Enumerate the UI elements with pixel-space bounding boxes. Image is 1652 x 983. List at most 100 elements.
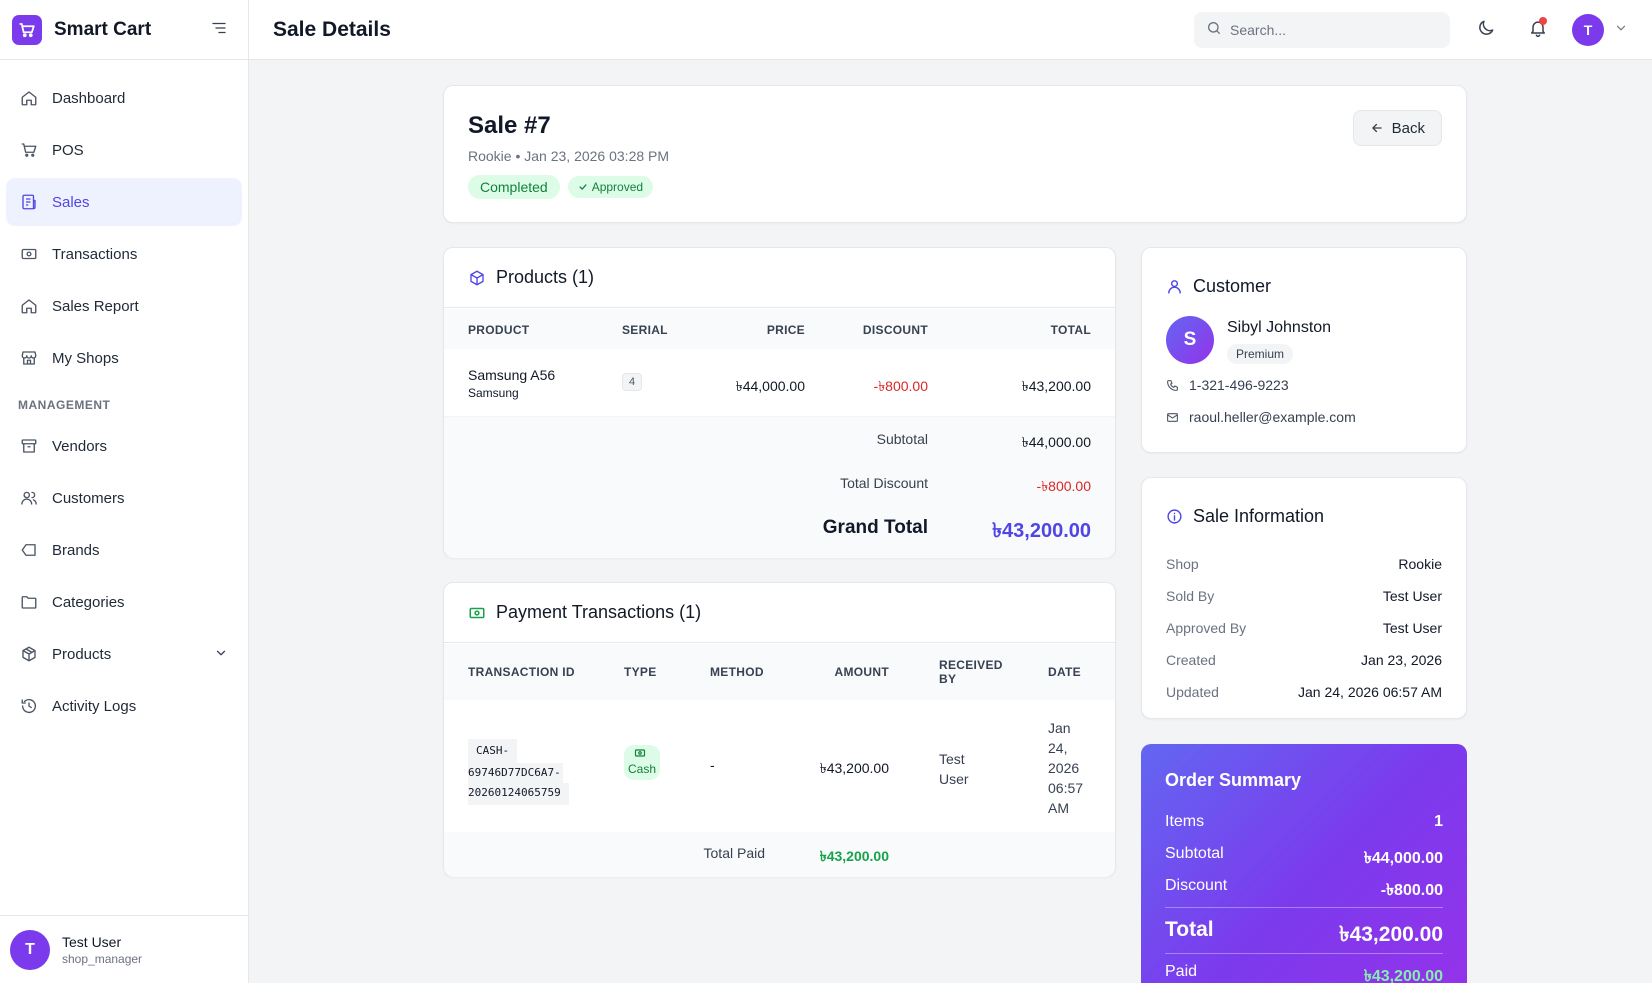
transaction-id-line2: 69746D77DC6A7- — [468, 763, 563, 783]
history-icon — [20, 697, 38, 715]
info-label: Shop — [1166, 556, 1199, 572]
info-icon — [1166, 508, 1183, 525]
sidebar-item-sales-report[interactable]: Sales Report — [6, 282, 242, 330]
product-brand: Samsung — [468, 386, 519, 400]
payment-date: Jan 24, 2026 06:57 AM — [1048, 718, 1083, 818]
sidebar-item-categories[interactable]: Categories — [6, 578, 242, 626]
search-icon — [1206, 20, 1222, 39]
sidebar-item-vendors[interactable]: Vendors — [6, 422, 242, 470]
order-summary-title: Order Summary — [1165, 770, 1302, 790]
product-total: ৳43,200.00 — [1021, 378, 1091, 394]
summary-label: Total — [1165, 918, 1214, 941]
transaction-id-line1: CASH- — [468, 739, 518, 763]
products-totals: Subtotal ৳44,000.00 Total Discount -৳800… — [444, 416, 1115, 558]
sidebar-toggle-icon[interactable] — [210, 19, 228, 40]
info-row-created: Created Jan 23, 2026 — [1166, 652, 1442, 672]
info-label: Sold By — [1166, 588, 1215, 604]
payments-card: Payment Transactions (1) TRANSACTION ID … — [443, 582, 1116, 877]
customer-phone: 1-321-496-9223 — [1166, 377, 1289, 393]
sidebar-user[interactable]: T Test User shop_manager — [0, 915, 249, 983]
cash-icon — [20, 245, 38, 263]
receipt-icon — [20, 193, 38, 211]
sidebar-item-products[interactable]: Products — [6, 630, 242, 678]
received-by-line1: Test — [939, 751, 965, 767]
payment-method: - — [710, 757, 715, 773]
store-icon — [20, 349, 38, 367]
col-received-by-line1: RECEIVED — [939, 658, 1003, 672]
product-price: ৳44,000.00 — [735, 378, 805, 394]
archive-icon — [20, 437, 38, 455]
status-badge: Completed — [468, 175, 560, 199]
back-label: Back — [1391, 119, 1425, 137]
summary-row-paid: Paid ৳43,200.00 — [1165, 963, 1443, 983]
chevron-down-icon[interactable] — [214, 646, 228, 664]
summary-value: -৳800.00 — [1380, 882, 1443, 899]
products-title: Products (1) — [496, 267, 595, 287]
customer-avatar: S — [1166, 316, 1214, 364]
sidebar-item-pos[interactable]: POS — [6, 126, 242, 174]
type-label: Cash — [628, 762, 657, 776]
sidebar-item-activity-logs[interactable]: Activity Logs — [6, 682, 242, 730]
check-icon — [578, 182, 588, 192]
products-card-header: Products (1) — [444, 248, 1115, 308]
summary-value: ৳43,200.00 — [1339, 923, 1443, 946]
info-value: Jan 24, 2026 06:57 AM — [1298, 684, 1442, 700]
cash-icon — [634, 747, 656, 762]
summary-row-subtotal: Subtotal ৳44,000.00 — [1165, 845, 1443, 872]
info-label: Approved By — [1166, 620, 1247, 636]
page-title: Sale Details — [273, 17, 391, 41]
customer-card: Customer S Sibyl Johnston Premium 1-321-… — [1141, 247, 1467, 453]
info-label: Created — [1166, 652, 1216, 668]
home-icon — [20, 89, 38, 107]
sidebar-item-brands[interactable]: Brands — [6, 526, 242, 574]
payment-amount: ৳43,200.00 — [819, 760, 889, 776]
notifications-button[interactable] — [1520, 12, 1556, 48]
info-row-approved-by: Approved By Test User — [1166, 620, 1442, 640]
sidebar-item-dashboard[interactable]: Dashboard — [6, 74, 242, 122]
date-line1: Jan — [1048, 720, 1071, 736]
info-value: Jan 23, 2026 — [1361, 652, 1442, 668]
total-paid-label: Total Paid — [703, 845, 765, 861]
col-price: PRICE — [766, 323, 805, 337]
box-icon — [468, 269, 486, 287]
sidebar-item-transactions[interactable]: Transactions — [6, 230, 242, 278]
table-row[interactable]: CASH- 69746D77DC6A7- 20260124065759 Cash… — [444, 700, 1115, 832]
user-icon — [1166, 278, 1183, 295]
customer-email: raoul.heller@example.com — [1166, 409, 1356, 425]
received-by-line2: User — [939, 771, 969, 787]
back-button[interactable]: Back — [1352, 110, 1442, 146]
mail-icon — [1166, 411, 1179, 424]
col-serial: SERIAL — [622, 323, 668, 337]
sidebar-item-sales[interactable]: Sales — [6, 178, 242, 226]
info-row-shop: Shop Rookie — [1166, 556, 1442, 576]
sidebar-nav: Dashboard POS Sales Transactions Sales R… — [0, 60, 248, 730]
approval-label: Approved — [591, 180, 644, 194]
col-amount: AMOUNT — [834, 665, 889, 679]
customer-card-header: Customer — [1166, 276, 1271, 297]
search-input[interactable] — [1230, 21, 1430, 38]
users-icon — [20, 489, 38, 507]
header-avatar: T — [1572, 13, 1604, 46]
info-value: Rookie — [1398, 556, 1442, 572]
user-name: Test User — [62, 933, 122, 950]
subtotal-value: ৳44,000.00 — [1021, 434, 1091, 450]
search-box[interactable] — [1194, 11, 1450, 48]
col-transaction-id: TRANSACTION ID — [468, 665, 575, 679]
sidebar-item-label: Sales Report — [52, 297, 139, 315]
dark-mode-toggle[interactable] — [1468, 12, 1504, 48]
col-method: METHOD — [710, 665, 764, 679]
sale-info-title: Sale Information — [1193, 506, 1325, 526]
table-row[interactable]: Samsung A56 Samsung 4 ৳44,000.00 -৳800.0… — [444, 349, 1115, 416]
home-icon — [20, 297, 38, 315]
sale-info-card: Sale Information Shop Rookie Sold By Test … — [1141, 477, 1467, 719]
products-card: Products (1) PRODUCT SERIAL PRICE DISCOU… — [443, 247, 1116, 558]
sidebar-item-label: Brands — [52, 541, 100, 559]
date-line5: AM — [1048, 800, 1069, 816]
sidebar-item-customers[interactable]: Customers — [6, 474, 242, 522]
grand-total-label: Grand Total — [822, 517, 928, 538]
sidebar-item-label: My Shops — [52, 349, 119, 367]
sidebar-item-my-shops[interactable]: My Shops — [6, 334, 242, 382]
user-menu[interactable]: T — [1572, 13, 1628, 46]
payments-title: Payment Transactions (1) — [496, 602, 702, 622]
summary-value: ৳43,200.00 — [1363, 968, 1443, 983]
